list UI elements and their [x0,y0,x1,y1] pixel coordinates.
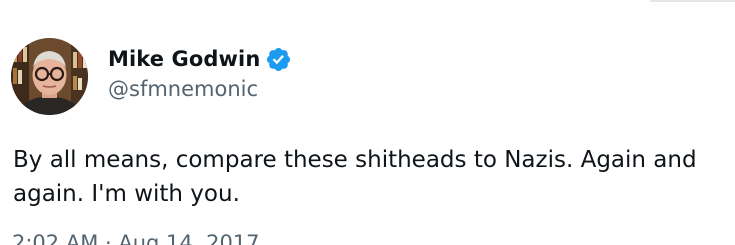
name-row: Mike Godwin [108,42,292,76]
tweet-text-line-2: again. I'm with you. [13,181,240,207]
top-divider [650,0,735,2]
user-handle[interactable]: @sfmnemonic [108,77,292,101]
avatar[interactable] [11,38,88,115]
tweet-text-line-1: By all means, compare these shitheads to… [13,147,697,173]
verified-badge-icon [265,46,292,73]
tweet-timestamp[interactable]: 2:02 AM · Aug 14, 2017 [12,231,260,245]
avatar-photo [11,38,88,115]
tweet-text: By all means, compare these shitheads to… [13,143,735,211]
tweet-card: Mike Godwin @sfmnemonic By all means, co… [0,0,735,245]
author-block: Mike Godwin @sfmnemonic [108,42,292,101]
display-name[interactable]: Mike Godwin [108,47,260,71]
